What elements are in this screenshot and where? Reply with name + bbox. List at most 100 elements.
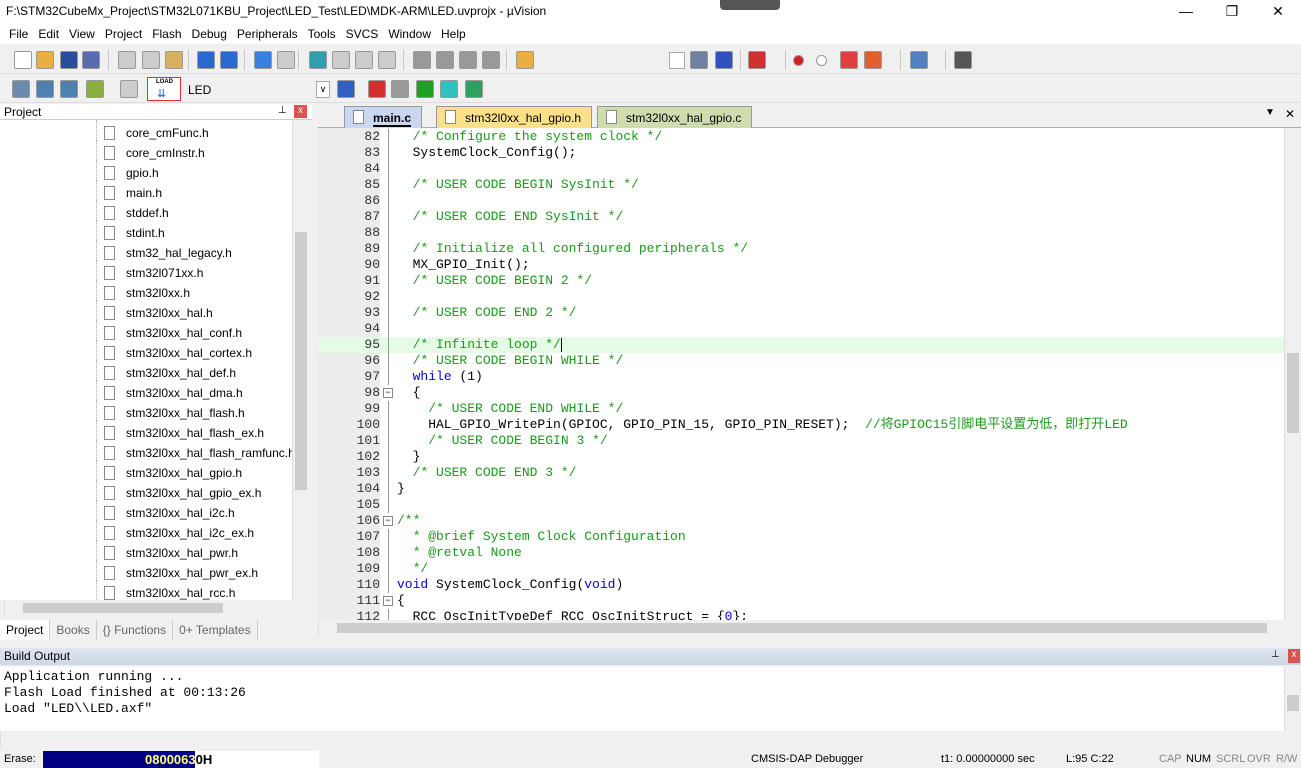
- editor-vscrollbar[interactable]: [1284, 128, 1301, 620]
- output-vscrollbar[interactable]: [1284, 667, 1301, 731]
- stop-build-icon[interactable]: [120, 80, 138, 98]
- open-icon[interactable]: [36, 51, 54, 69]
- fold-toggle-icon[interactable]: −: [383, 388, 393, 398]
- dropdown-button[interactable]: [669, 52, 685, 69]
- fold-toggle-icon[interactable]: −: [383, 516, 393, 526]
- save-all-icon[interactable]: [82, 51, 100, 69]
- comment-icon[interactable]: [459, 51, 477, 69]
- target-select[interactable]: LED: [188, 83, 211, 97]
- menu-view[interactable]: View: [64, 22, 100, 44]
- output-scroll-thumb[interactable]: [1287, 695, 1299, 711]
- settings-icon[interactable]: [954, 51, 972, 69]
- menu-help[interactable]: Help: [436, 22, 471, 44]
- tree-file-item[interactable]: core_cmInstr.h: [104, 143, 205, 163]
- build-output-text[interactable]: Application running ... Flash Load finis…: [0, 667, 1284, 731]
- tree-file-item[interactable]: stdint.h: [104, 223, 165, 243]
- tree-file-item[interactable]: stm32l0xx.h: [104, 283, 190, 303]
- menu-project[interactable]: Project: [100, 22, 147, 44]
- tree-file-item[interactable]: stm32l0xx_hal_i2c.h: [104, 503, 235, 523]
- editor-tab[interactable]: main.c: [344, 106, 423, 128]
- maximize-button[interactable]: ❐: [1209, 0, 1255, 22]
- prev-bookmark-icon[interactable]: [332, 51, 350, 69]
- code-editor[interactable]: 82 /* Configure the system clock */83 Sy…: [318, 128, 1284, 620]
- redo-icon[interactable]: [220, 51, 238, 69]
- tree-file-item[interactable]: stm32l0xx_hal_rcc.h: [104, 583, 235, 600]
- undo-icon[interactable]: [197, 51, 215, 69]
- pin-icon[interactable]: ⊥: [278, 105, 287, 116]
- drag-handle[interactable]: [720, 0, 780, 10]
- forward-icon[interactable]: [277, 51, 295, 69]
- tab-list-icon[interactable]: ▼: [1265, 107, 1275, 118]
- component-manager-icon[interactable]: [465, 80, 483, 98]
- breakpoint-icon[interactable]: [793, 55, 804, 66]
- tree-file-item[interactable]: stm32l0xx_hal_i2c_ex.h: [104, 523, 254, 543]
- menu-flash[interactable]: Flash: [147, 22, 186, 44]
- disable-breakpoint-icon[interactable]: [816, 55, 827, 66]
- cut-icon[interactable]: [118, 51, 136, 69]
- indent-icon[interactable]: [413, 51, 431, 69]
- copy-icon[interactable]: [142, 51, 160, 69]
- bookmark-icon[interactable]: [309, 51, 327, 69]
- batch-build-icon[interactable]: [86, 80, 104, 98]
- tree-file-item[interactable]: stm32l0xx_hal_dma.h: [104, 383, 243, 403]
- tree-file-item[interactable]: stm32l0xx_hal_pwr.h: [104, 543, 238, 563]
- build-icon[interactable]: [36, 80, 54, 98]
- manage-components-icon[interactable]: [368, 80, 386, 98]
- event-recorder-icon[interactable]: [440, 80, 458, 98]
- menu-peripherals[interactable]: Peripherals: [232, 22, 303, 44]
- window-layout-icon[interactable]: [910, 51, 928, 69]
- tree-file-item[interactable]: main.h: [104, 183, 162, 203]
- tree-file-item[interactable]: stm32l0xx_hal_gpio_ex.h: [104, 483, 261, 503]
- uncomment-icon[interactable]: [482, 51, 500, 69]
- target-dropdown-button[interactable]: ∨: [316, 81, 330, 98]
- select-packs-icon[interactable]: [391, 80, 409, 98]
- kill-breakpoints-icon[interactable]: [840, 51, 858, 69]
- editor-tab[interactable]: stm32l0xx_hal_gpio.h: [436, 106, 593, 128]
- pane-tab-1[interactable]: Books: [50, 620, 97, 640]
- tree-hscroll-thumb[interactable]: [23, 603, 223, 613]
- close-tab-icon[interactable]: ✕: [1285, 107, 1295, 121]
- rebuild-icon[interactable]: [60, 80, 78, 98]
- options-icon[interactable]: [337, 80, 355, 98]
- close-pane-button[interactable]: x: [294, 105, 307, 118]
- editor-hscrollbar[interactable]: [318, 620, 1284, 636]
- close-button[interactable]: ✕: [1255, 0, 1301, 22]
- tree-file-item[interactable]: stm32l0xx_hal_def.h: [104, 363, 236, 383]
- tree-file-item[interactable]: stm32l0xx_hal_conf.h: [104, 323, 242, 343]
- editor-tab[interactable]: stm32l0xx_hal_gpio.c: [597, 106, 753, 128]
- tree-file-item[interactable]: stm32l0xx_hal_cortex.h: [104, 343, 252, 363]
- tree-file-item[interactable]: stm32l0xx_hal_flash.h: [104, 403, 245, 423]
- debug-icon[interactable]: [748, 51, 766, 69]
- tree-file-item[interactable]: stddef.h: [104, 203, 169, 223]
- minimize-button[interactable]: —: [1163, 0, 1209, 22]
- tree-file-item[interactable]: stm32l0xx_hal.h: [104, 303, 213, 323]
- tree-file-item[interactable]: stm32l0xx_hal_flash_ex.h: [104, 423, 264, 443]
- menu-window[interactable]: Window: [383, 22, 436, 44]
- tree-file-item[interactable]: stm32l0xx_hal_pwr_ex.h: [104, 563, 258, 583]
- tree-file-item[interactable]: gpio.h: [104, 163, 159, 183]
- tree-hscrollbar[interactable]: [4, 600, 309, 616]
- editor-scroll-thumb[interactable]: [1287, 353, 1299, 433]
- translate-icon[interactable]: [12, 80, 30, 98]
- pane-tab-3[interactable]: 0+ Templates: [173, 620, 258, 640]
- tree-file-item[interactable]: stm32l071xx.h: [104, 263, 203, 283]
- load-button[interactable]: LOAD ⇊: [147, 77, 181, 101]
- new-file-icon[interactable]: [14, 51, 32, 69]
- tree-file-item[interactable]: stm32l0xx_hal_gpio.h: [104, 463, 242, 483]
- find-icon[interactable]: [690, 51, 708, 69]
- pane-tab-0[interactable]: Project: [0, 620, 51, 640]
- menu-edit[interactable]: Edit: [33, 22, 64, 44]
- close-output-button[interactable]: x: [1288, 649, 1300, 663]
- tree-file-item[interactable]: core_cmFunc.h: [104, 123, 209, 143]
- pack-installer-icon[interactable]: [416, 80, 434, 98]
- incremental-find-icon[interactable]: [715, 51, 733, 69]
- back-icon[interactable]: [254, 51, 272, 69]
- menu-svcs[interactable]: SVCS: [341, 22, 384, 44]
- menu-tools[interactable]: Tools: [303, 22, 341, 44]
- config-icon[interactable]: [864, 51, 882, 69]
- editor-hscroll-thumb[interactable]: [337, 623, 1267, 633]
- pin-icon[interactable]: ⊥: [1271, 649, 1280, 660]
- tree-file-item[interactable]: stm32_hal_legacy.h: [104, 243, 232, 263]
- find-in-files-icon[interactable]: [516, 51, 534, 69]
- tree-file-item[interactable]: stm32l0xx_hal_flash_ramfunc.h: [104, 443, 292, 463]
